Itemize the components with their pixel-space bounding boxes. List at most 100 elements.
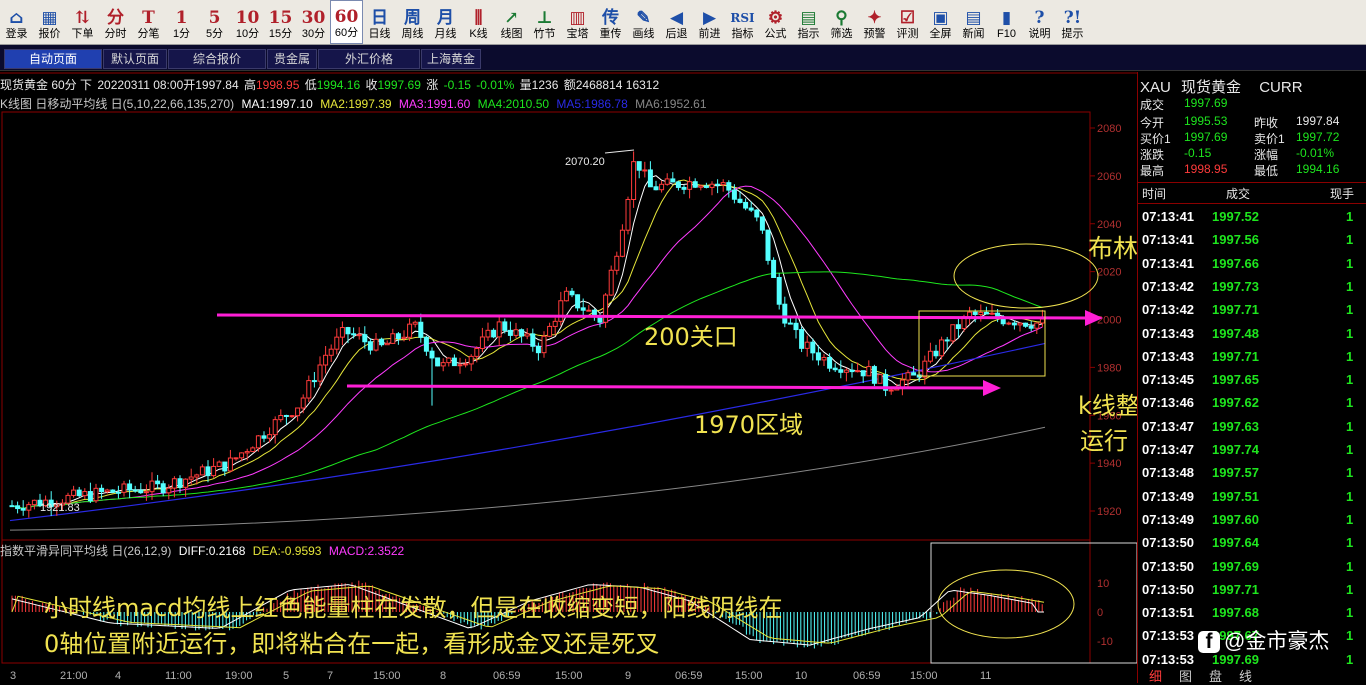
candle-down	[362, 334, 368, 343]
candle-up	[485, 329, 491, 338]
candle-up	[104, 489, 110, 493]
candle-up	[978, 311, 984, 315]
candle-down	[815, 352, 821, 361]
candle-up	[586, 309, 592, 312]
low-price-label: 1921.83	[40, 502, 80, 514]
candle-down	[367, 341, 373, 351]
candle-up	[295, 407, 301, 417]
annotation-k-below-band-2: 运行	[1080, 427, 1128, 455]
candle-up	[563, 290, 569, 302]
candle-up	[698, 185, 704, 188]
support-arrow-head	[983, 380, 1001, 396]
tab-line[interactable]: 线	[1239, 666, 1252, 685]
candle-down	[9, 505, 15, 508]
trade-row: 07:13:41 1997.52 1	[1138, 205, 1366, 228]
candle-up	[877, 374, 883, 384]
candle-down	[787, 322, 793, 325]
candle-down	[15, 505, 21, 510]
tab-detail[interactable]: 细	[1149, 666, 1162, 685]
trade-header-time: 时间	[1142, 187, 1167, 201]
peak-pointer	[604, 149, 635, 154]
candle-down	[507, 329, 513, 336]
candle-down	[451, 357, 457, 367]
candle-down	[1028, 325, 1034, 329]
macd-highlight-ellipse	[937, 569, 1075, 639]
candle-up	[31, 499, 37, 506]
time-axis-label: 06:59	[675, 670, 703, 682]
trade-row: 07:13:48 1997.57 1	[1138, 461, 1366, 484]
candle-down	[670, 178, 676, 183]
candle-up	[603, 294, 609, 323]
change-pct-value: -0.01%	[476, 78, 515, 92]
candle-down	[491, 329, 497, 338]
macd-axis-label: -10	[1097, 636, 1113, 648]
quote-title: XAU 现货黄金 CURR	[1140, 76, 1303, 97]
time-axis-label: 15:00	[735, 670, 763, 682]
trade-price: 1997.57	[1212, 465, 1259, 481]
candle-down	[933, 350, 939, 357]
trade-price: 1997.62	[1212, 395, 1259, 411]
ma1-line	[11, 175, 1043, 509]
candle-down	[580, 307, 586, 311]
trade-price: 1997.63	[1212, 418, 1259, 434]
candle-down	[972, 311, 978, 315]
trade-time: 07:13:48	[1142, 465, 1195, 481]
candle-up	[328, 348, 334, 356]
ma-legend-line: K线图 日移动平均线 日(5,10,22,66,135,270) MA1:199…	[0, 95, 1136, 111]
candle-down	[737, 198, 743, 203]
candle-up	[171, 478, 177, 489]
candle-up	[244, 451, 250, 454]
candle-up	[720, 182, 726, 186]
candle-down	[160, 483, 166, 494]
candle-down	[345, 327, 351, 335]
ma-indicator-title[interactable]: K线图 日移动平均线 日(5,10,22,66,135,270)	[0, 97, 234, 111]
quote-label: 买价1	[1140, 132, 1171, 146]
candle-down	[849, 369, 855, 373]
trade-price: 1997.51	[1212, 488, 1259, 504]
quote-label: 成交	[1140, 98, 1165, 112]
quote-value: 1994.16	[1296, 162, 1340, 176]
candle-down	[132, 489, 138, 492]
candle-down	[692, 181, 698, 188]
candle-down	[519, 329, 525, 337]
candle-down	[799, 329, 805, 349]
candle-up	[446, 357, 452, 364]
candle-down	[675, 181, 681, 188]
trade-header-volume: 现手	[1330, 187, 1355, 201]
trade-price: 1997.69	[1212, 558, 1259, 574]
candle-up	[642, 169, 648, 172]
time-axis-label: 4	[115, 670, 121, 682]
candle-down	[911, 372, 917, 376]
high-label: 高	[243, 78, 256, 92]
trade-time: 07:13:41	[1142, 209, 1195, 224]
tab-chart[interactable]: 图	[1179, 666, 1192, 685]
candle-up	[866, 366, 872, 377]
candle-down	[429, 350, 435, 359]
watermark: f @金市豪杰	[1198, 625, 1329, 655]
candle-down	[871, 366, 877, 384]
tab-orderbook[interactable]: 盘	[1209, 666, 1222, 685]
facebook-icon: f	[1198, 631, 1220, 653]
macd-dea-value: DEA:-0.9593	[252, 544, 322, 558]
candle-down	[261, 435, 267, 439]
candle-down	[502, 321, 508, 331]
candle-up	[289, 415, 295, 418]
candle-down	[435, 357, 441, 367]
candle-up	[547, 325, 553, 337]
candle-up	[709, 183, 715, 188]
candle-up	[922, 360, 928, 378]
candle-down	[395, 333, 401, 339]
candle-down	[87, 491, 93, 502]
annotation-level-2000: 200关口	[644, 323, 738, 351]
candle-down	[1011, 322, 1017, 326]
macd-indicator-title[interactable]: 指数平滑异同平均线 日(26,12,9)	[0, 544, 171, 558]
candle-up	[71, 489, 77, 496]
ma3-line	[11, 185, 1043, 509]
candle-up	[1006, 322, 1012, 325]
trade-row: 07:13:46 1997.62 1	[1138, 391, 1366, 414]
trade-row: 07:13:45 1997.65 1	[1138, 368, 1366, 391]
quote-value: 1995.53	[1184, 114, 1228, 128]
trade-time: 07:13:49	[1142, 511, 1195, 527]
candle-up	[474, 347, 480, 357]
candle-up	[905, 372, 911, 381]
